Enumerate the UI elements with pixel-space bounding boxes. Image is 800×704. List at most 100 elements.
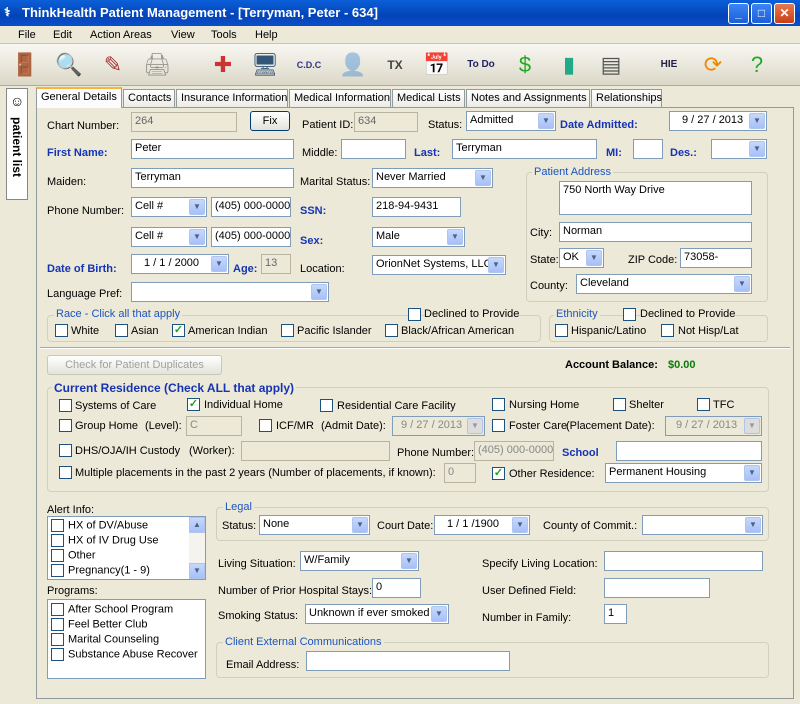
menu-help[interactable]: Help <box>255 29 278 41</box>
phone1-type-select[interactable]: Cell # ▼ <box>131 197 207 217</box>
alert-info-list[interactable]: HX of DV/Abuse HX of IV Drug Use Other P… <box>47 516 206 580</box>
todo-icon[interactable]: To Do <box>462 47 500 83</box>
school-input[interactable] <box>616 441 762 461</box>
alert-scrollbar[interactable]: ▲ ▼ <box>189 517 205 579</box>
user-card-icon[interactable]: 👤 <box>334 47 372 83</box>
city-input[interactable]: Norman <box>559 222 752 242</box>
list-item[interactable]: Marital Counseling <box>51 633 159 646</box>
close-button[interactable]: ✕ <box>774 3 795 24</box>
dob-picker[interactable]: 1 / 1 / 2000 ▼ <box>131 254 229 274</box>
phone2-type-select[interactable]: Cell # ▼ <box>131 227 207 247</box>
nursing-home-checkbox[interactable] <box>492 398 505 411</box>
specify-living-input[interactable] <box>604 551 763 571</box>
placement-date-picker[interactable]: 9 / 27 / 2013 ▼ <box>665 416 762 436</box>
phone2-input[interactable]: (405) 000-0000 <box>211 227 291 247</box>
prescription-icon[interactable]: TX <box>376 47 414 83</box>
residence-phone-input[interactable]: (405) 000-0000 <box>474 441 554 461</box>
ssn-input[interactable]: 218-94-9431 <box>372 197 461 217</box>
systems-of-care-checkbox[interactable] <box>59 399 72 412</box>
program-checkbox[interactable] <box>51 603 64 616</box>
scroll-up-icon[interactable]: ▲ <box>189 517 205 533</box>
residential-care-checkbox[interactable] <box>320 399 333 412</box>
menu-tools[interactable]: Tools <box>211 29 237 41</box>
chart-icon[interactable]: ▮ <box>550 47 588 83</box>
tab-insurance[interactable]: Insurance Information <box>176 89 288 107</box>
tfc-checkbox[interactable] <box>697 398 710 411</box>
user-defined-input[interactable] <box>604 578 710 598</box>
foster-care-checkbox[interactable] <box>492 419 505 432</box>
des-select[interactable]: ▼ <box>711 139 767 159</box>
sex-select[interactable]: Male ▼ <box>372 227 465 247</box>
list-item[interactable]: Substance Abuse Recover <box>51 648 198 661</box>
race-white-checkbox[interactable] <box>55 324 68 337</box>
address-textarea[interactable]: 750 North Way Drive <box>559 181 752 215</box>
county-commit-select[interactable]: ▼ <box>642 515 763 535</box>
patient-list-tab[interactable]: ☺ patient list <box>6 88 28 200</box>
dhs-custody-checkbox[interactable] <box>59 444 72 457</box>
multiple-placements-checkbox[interactable] <box>59 466 72 479</box>
court-date-picker[interactable]: 1 / 1 /1900 ▼ <box>434 515 530 535</box>
list-item[interactable]: HX of DV/Abuse <box>51 519 148 532</box>
list-item[interactable]: After School Program <box>51 603 173 616</box>
cdc-icon[interactable]: C.D.C <box>290 47 328 83</box>
worker-input[interactable] <box>241 441 390 461</box>
tab-medical-lists[interactable]: Medical Lists <box>392 89 465 107</box>
hispanic-checkbox[interactable] <box>555 324 568 337</box>
print-icon[interactable]: 🖨 <box>138 47 176 83</box>
other-residence-select[interactable]: Permanent Housing ▼ <box>605 463 762 483</box>
phone1-input[interactable]: (405) 000-0000 <box>211 197 291 217</box>
legal-status-select[interactable]: None ▼ <box>259 515 370 535</box>
first-name-input[interactable]: Peter <box>131 139 294 159</box>
tab-notes-assignments[interactable]: Notes and Assignments <box>466 89 590 107</box>
monitor-icon[interactable]: 🖥 <box>246 47 284 83</box>
county-select[interactable]: Cleveland ▼ <box>576 274 752 294</box>
maiden-input[interactable]: Terryman <box>131 168 294 188</box>
scroll-down-icon[interactable]: ▼ <box>189 563 205 579</box>
help-icon[interactable]: ? <box>738 47 776 83</box>
menu-action-areas[interactable]: Action Areas <box>90 29 152 41</box>
program-checkbox[interactable] <box>51 633 64 646</box>
email-input[interactable] <box>306 651 510 671</box>
prior-stays-input[interactable]: 0 <box>372 578 421 598</box>
program-checkbox[interactable] <box>51 648 64 661</box>
mi-input[interactable] <box>633 139 663 159</box>
list-item[interactable]: Pregnancy(1 - 9) <box>51 564 150 577</box>
icf-mr-checkbox[interactable] <box>259 419 272 432</box>
declined-ethnicity-checkbox[interactable] <box>623 308 636 321</box>
status-select[interactable]: Admitted ▼ <box>466 111 556 131</box>
alert-checkbox[interactable] <box>51 564 64 577</box>
list-item[interactable]: Other <box>51 549 96 562</box>
zip-input[interactable]: 73058- <box>680 248 752 268</box>
date-admitted-picker[interactable]: 9 / 27 / 2013 ▼ <box>669 111 767 131</box>
shelter-checkbox[interactable] <box>613 398 626 411</box>
state-select[interactable]: OK ▼ <box>559 248 604 268</box>
menu-file[interactable]: File <box>18 29 36 41</box>
exit-door-icon[interactable]: 🚪 <box>6 47 44 83</box>
language-select[interactable]: ▼ <box>131 282 329 302</box>
menu-edit[interactable]: Edit <box>53 29 72 41</box>
other-residence-checkbox[interactable]: ✓ <box>492 467 505 480</box>
tab-contacts[interactable]: Contacts <box>123 89 175 107</box>
individual-home-checkbox[interactable]: ✓ <box>187 398 200 411</box>
race-pacific-islander-checkbox[interactable] <box>281 324 294 337</box>
medical-bag-icon[interactable]: ✚ <box>204 47 242 83</box>
search-patient-icon[interactable]: 🔍 <box>50 47 88 83</box>
money-icon[interactable]: $ <box>506 47 544 83</box>
race-asian-checkbox[interactable] <box>115 324 128 337</box>
race-american-indian-checkbox[interactable]: ✓ <box>172 324 185 337</box>
placements-count-input[interactable]: 0 <box>444 463 476 483</box>
tab-medical-information[interactable]: Medical Information <box>289 89 391 107</box>
fix-button[interactable]: Fix <box>250 111 290 131</box>
middle-input[interactable] <box>341 139 406 159</box>
menu-view[interactable]: View <box>171 29 195 41</box>
number-in-family-input[interactable]: 1 <box>604 604 627 624</box>
last-name-input[interactable]: Terryman <box>452 139 597 159</box>
maximize-button[interactable]: □ <box>751 3 772 24</box>
hie-handshake-icon[interactable]: HIE <box>650 47 688 83</box>
programs-list[interactable]: After School Program Feel Better Club Ma… <box>47 599 206 679</box>
scanner-icon[interactable]: ▤ <box>592 47 630 83</box>
list-item[interactable]: Feel Better Club <box>51 618 147 631</box>
group-home-checkbox[interactable] <box>59 419 72 432</box>
tab-relationships[interactable]: Relationships <box>591 89 662 107</box>
minimize-button[interactable]: _ <box>728 3 749 24</box>
